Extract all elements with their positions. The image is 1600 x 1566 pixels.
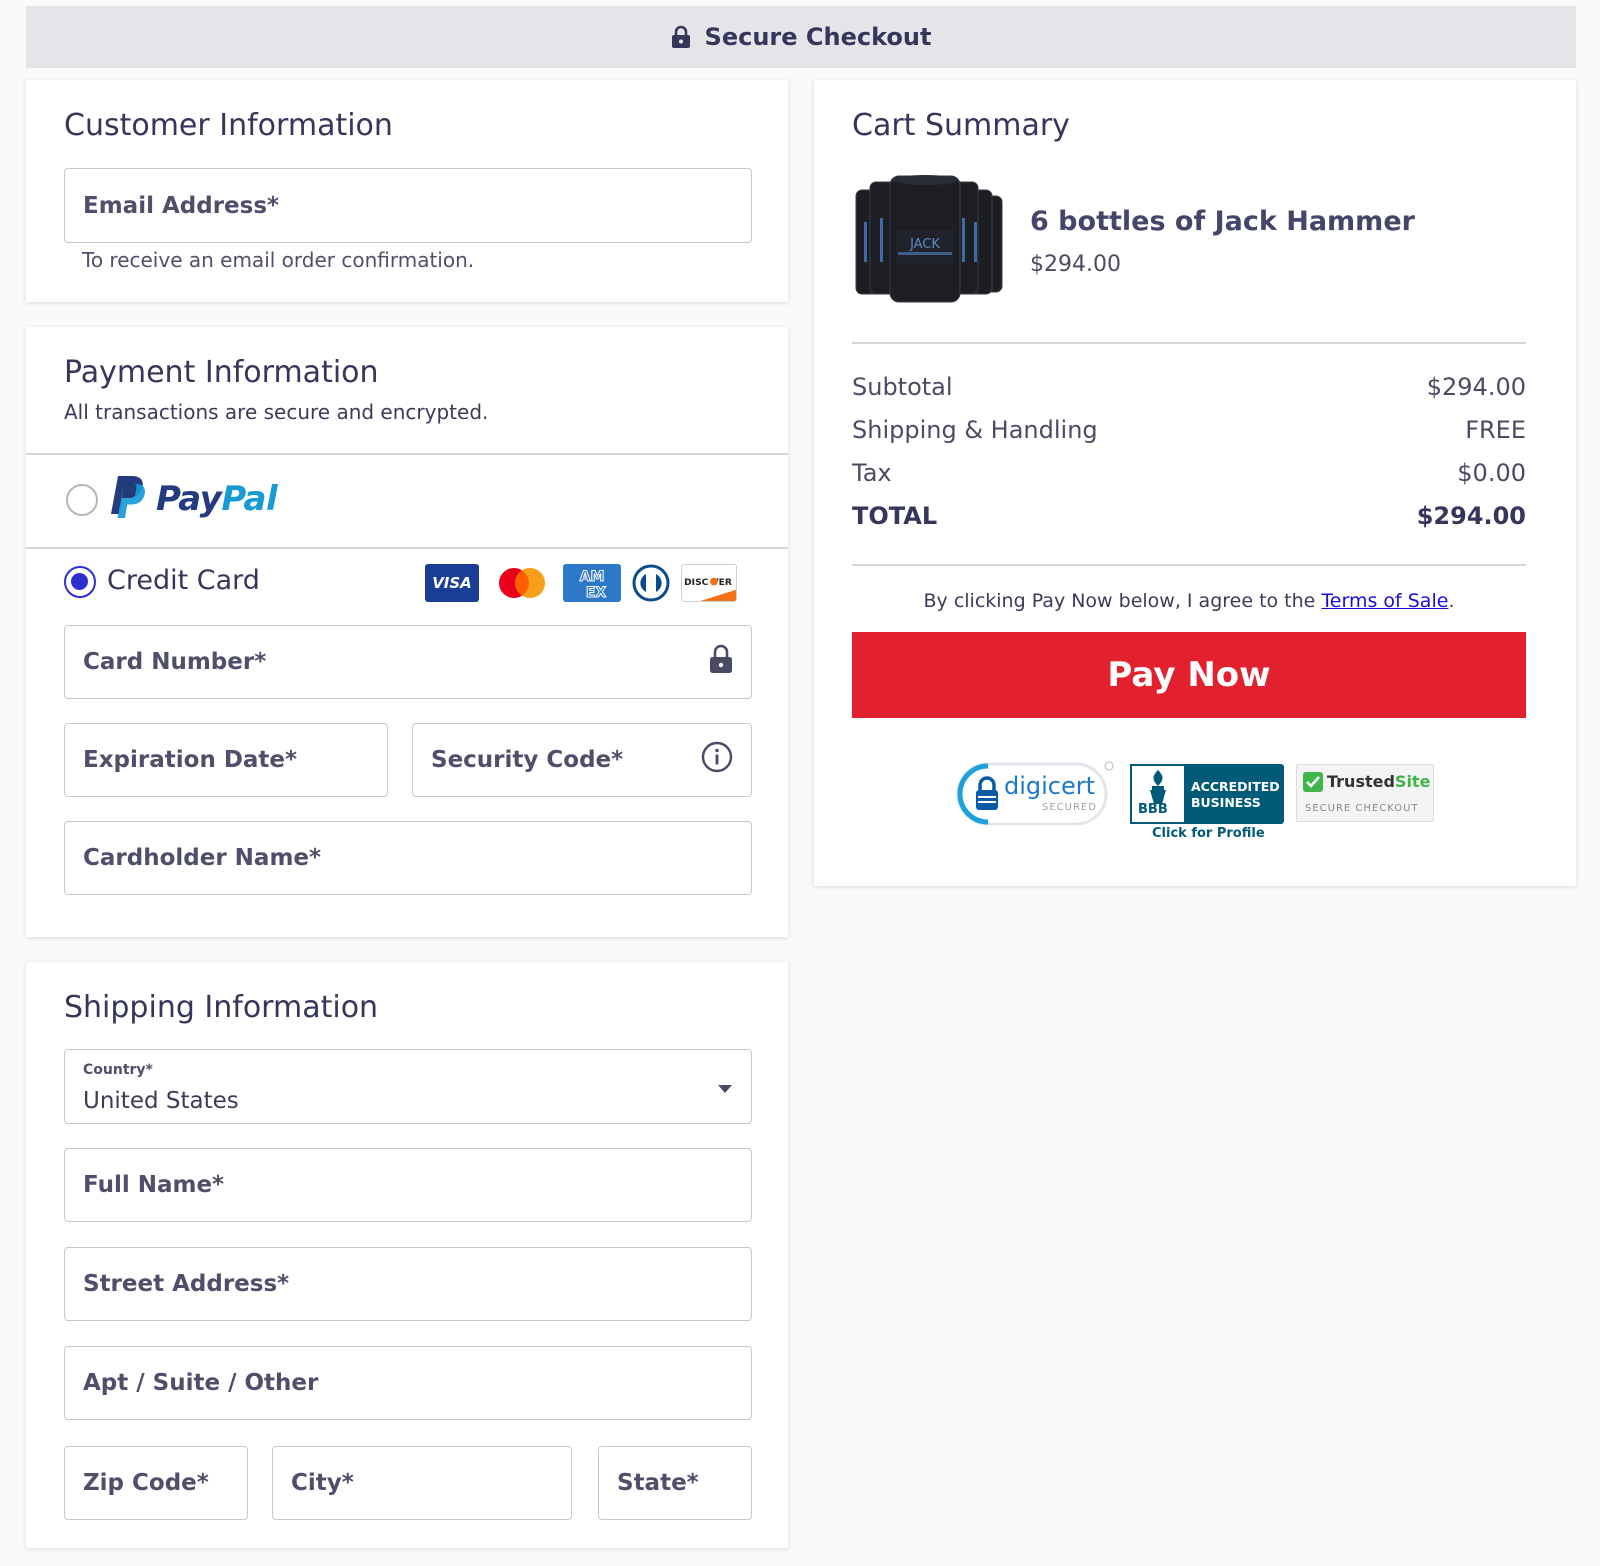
email-field[interactable]: Email Address*: [64, 168, 752, 243]
country-value: United States: [83, 1088, 239, 1114]
full-name-placeholder: Full Name*: [83, 1172, 225, 1198]
shipping-row: Shipping & Handling FREE: [852, 416, 1526, 444]
digicert-sub: SECURED: [1042, 802, 1097, 813]
chevron-down-icon: [717, 1074, 733, 1100]
amex-icon: AM EX: [563, 564, 621, 602]
cardholder-name-placeholder: Cardholder Name*: [83, 845, 322, 871]
mastercard-icon: [494, 564, 550, 602]
zip-code-field[interactable]: Zip Code*: [64, 1446, 248, 1520]
security-code-placeholder: Security Code*: [431, 747, 624, 773]
tax-value: $0.00: [1457, 459, 1526, 487]
paypal-wordmark: PayPal: [156, 479, 278, 519]
subtotal-label: Subtotal: [852, 373, 953, 401]
cart-summary-card: Cart Summary JACK 6 bottles of Jack Hamm…: [814, 80, 1576, 886]
paypal-radio[interactable]: [66, 484, 98, 516]
product-name: 6 bottles of Jack Hammer: [1030, 206, 1415, 237]
payment-divider-mid: [26, 547, 788, 549]
bbb-logo-text: BBB: [1138, 802, 1168, 817]
state-placeholder: State*: [617, 1470, 699, 1496]
svg-text:AM: AM: [580, 569, 605, 585]
expiration-date-placeholder: Expiration Date*: [83, 747, 298, 773]
cart-divider-top: [852, 342, 1526, 344]
cart-summary-title: Cart Summary: [852, 108, 1070, 143]
apt-suite-placeholder: Apt / Suite / Other: [83, 1370, 319, 1396]
svg-text:JACK: JACK: [909, 237, 940, 252]
tax-label: Tax: [852, 459, 892, 487]
credit-card-radio[interactable]: [64, 566, 96, 598]
city-field[interactable]: City*: [272, 1446, 572, 1520]
total-value: $294.00: [1416, 502, 1526, 530]
product-image: JACK: [852, 172, 1006, 308]
terms-notice: By clicking Pay Now below, I agree to th…: [923, 590, 1455, 612]
bbb-caption: Click for Profile: [1152, 826, 1265, 841]
subtotal-value: $294.00: [1426, 373, 1526, 401]
cart-divider-bottom: [852, 564, 1526, 566]
shipping-information-card: Shipping Information Country* United Sta…: [26, 962, 788, 1548]
lock-icon: [671, 25, 691, 49]
country-label: Country*: [83, 1062, 153, 1078]
total-label: TOTAL: [852, 502, 938, 530]
credit-card-label: Credit Card: [107, 565, 260, 596]
subtotal-row: Subtotal $294.00: [852, 373, 1526, 401]
email-placeholder: Email Address*: [83, 192, 280, 219]
visa-icon: VISA: [425, 564, 479, 602]
city-placeholder: City*: [291, 1470, 354, 1496]
payment-information-title: Payment Information: [64, 355, 379, 390]
street-address-field[interactable]: Street Address*: [64, 1247, 752, 1321]
trustedsite-wordmark: TrustedSite: [1327, 772, 1431, 791]
discover-icon: DISC VER: [681, 564, 737, 602]
payment-subtitle: All transactions are secure and encrypte…: [64, 400, 489, 424]
terms-of-sale-link[interactable]: Terms of Sale: [1321, 590, 1448, 612]
total-row: TOTAL $294.00: [852, 502, 1526, 530]
bbb-business: BUSINESS: [1191, 795, 1261, 810]
zip-code-placeholder: Zip Code*: [83, 1470, 209, 1496]
card-number-field[interactable]: Card Number*: [64, 625, 752, 699]
card-number-placeholder: Card Number*: [83, 649, 267, 675]
cardholder-name-field[interactable]: Cardholder Name*: [64, 821, 752, 895]
customer-information-card: Customer Information Email Address* To r…: [26, 80, 788, 302]
apt-suite-field[interactable]: Apt / Suite / Other: [64, 1346, 752, 1420]
shipping-value: FREE: [1465, 416, 1526, 444]
product-price: $294.00: [1030, 252, 1121, 277]
svg-text:EX: EX: [586, 585, 607, 601]
lock-icon: [709, 644, 733, 680]
trustedsite-badge[interactable]: TrustedSite SECURE CHECKOUT: [1296, 764, 1434, 822]
digicert-badge[interactable]: digicert SECURED: [952, 760, 1114, 828]
diners-club-icon: [631, 564, 671, 602]
bbb-accredited: ACCREDITED: [1191, 779, 1280, 794]
tax-row: Tax $0.00: [852, 459, 1526, 487]
paypal-option[interactable]: PayPal: [26, 454, 788, 547]
security-code-field[interactable]: Security Code*: [412, 723, 752, 797]
secure-checkout-title: Secure Checkout: [704, 23, 932, 51]
email-hint: To receive an email order confirmation.: [82, 248, 475, 272]
expiration-date-field[interactable]: Expiration Date*: [64, 723, 388, 797]
full-name-field[interactable]: Full Name*: [64, 1148, 752, 1222]
customer-information-title: Customer Information: [64, 108, 393, 143]
country-select[interactable]: Country* United States: [64, 1049, 752, 1124]
paypal-logo-icon: [108, 474, 146, 524]
trustedsite-sub: SECURE CHECKOUT: [1305, 803, 1419, 814]
secure-checkout-bar: Secure Checkout: [26, 6, 1576, 68]
pay-now-button[interactable]: Pay Now: [852, 632, 1526, 718]
payment-information-card: Payment Information All transactions are…: [26, 327, 788, 937]
bbb-badge[interactable]: BBB ACCREDITED BUSINESS Click for Profil…: [1130, 764, 1284, 844]
checkmark-icon: [1303, 772, 1323, 796]
digicert-wordmark: digicert: [1004, 772, 1096, 800]
shipping-information-title: Shipping Information: [64, 990, 379, 1025]
state-field[interactable]: State*: [598, 1446, 752, 1520]
street-address-placeholder: Street Address*: [83, 1271, 290, 1297]
shipping-label: Shipping & Handling: [852, 416, 1098, 444]
svg-text:DISC VER: DISC VER: [684, 577, 732, 588]
info-icon[interactable]: [701, 741, 733, 779]
